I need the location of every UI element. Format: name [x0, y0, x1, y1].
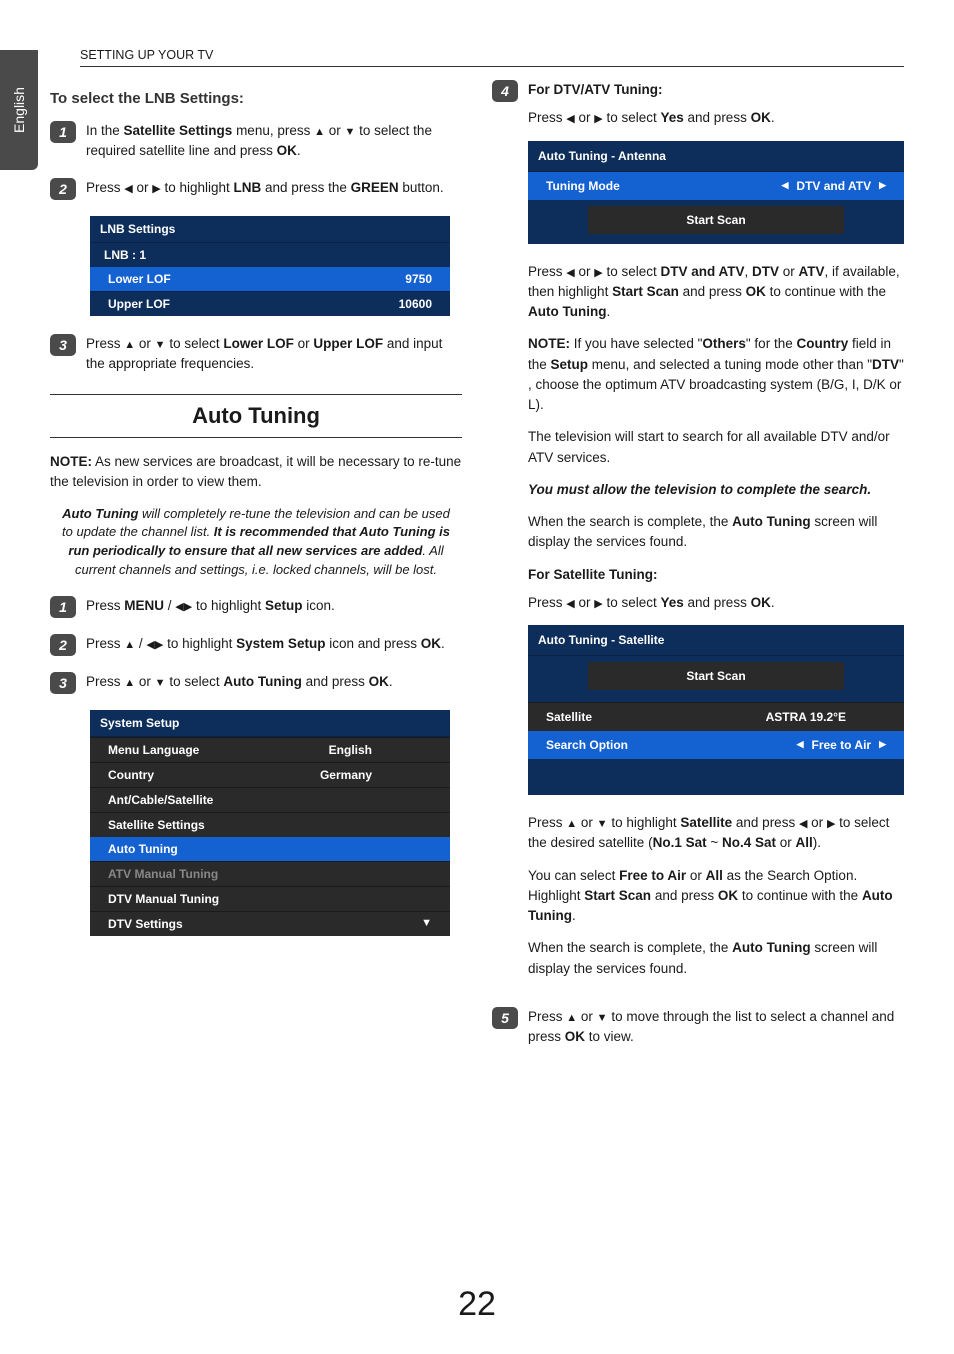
start-scan-button-sat[interactable]: Start Scan	[588, 662, 844, 690]
lower-lof-row[interactable]: Lower LOF9750	[90, 267, 450, 291]
at-step-4: 4 For DTV/ATV Tuning: Press ◀ or ▶ to se…	[492, 80, 904, 991]
down-icon: ▼	[345, 126, 356, 138]
at-step-5: 5 Press ▲ or ▼ to move through the list …	[492, 1007, 904, 1048]
search-option-row[interactable]: Search Option ◀Free to Air▶	[528, 731, 904, 759]
lnb-step-1: 1 In the Satellite Settings menu, press …	[50, 121, 462, 162]
at-step-1: 1 Press MENU / ◀▶ to highlight Setup ico…	[50, 596, 462, 618]
atv-manual-row[interactable]: ATV Manual Tuning	[90, 861, 450, 886]
scroll-down-icon: ▼	[421, 917, 432, 931]
satellite-select-row[interactable]: SatelliteASTRA 19.2°E	[528, 702, 904, 731]
left-icon: ◀	[124, 183, 132, 195]
auto-tuning-title: Auto Tuning	[50, 394, 462, 438]
auto-tuning-row[interactable]: Auto Tuning	[90, 837, 450, 861]
step-badge-4: 4	[492, 80, 518, 102]
auto-tuning-note: NOTE: As new services are broadcast, it …	[50, 452, 462, 493]
page-header: SETTING UP YOUR TV	[80, 48, 904, 67]
right-column: 4 For DTV/ATV Tuning: Press ◀ or ▶ to se…	[492, 80, 904, 1063]
at-step-2: 2 Press ▲ / ◀▶ to highlight System Setup…	[50, 634, 462, 656]
left-arrow-icon[interactable]: ◀	[797, 738, 804, 752]
left-arrow-icon[interactable]: ◀	[781, 179, 788, 193]
satellite-tuning-heading: For Satellite Tuning:	[528, 565, 904, 585]
lnb-step-2: 2 Press ◀ or ▶ to highlight LNB and pres…	[50, 178, 462, 200]
left-column: To select the LNB Settings: 1 In the Sat…	[50, 80, 462, 1063]
menu-language-row[interactable]: Menu LanguageEnglish	[90, 737, 450, 762]
right-icon: ▶	[152, 183, 160, 195]
dtv-settings-row[interactable]: DTV Settings▼	[90, 911, 450, 936]
satellite-panel: Auto Tuning - Satellite Start Scan Satel…	[528, 625, 904, 795]
panel-title: System Setup	[90, 710, 450, 737]
auto-tuning-desc: Auto Tuning will completely re-tune the …	[56, 505, 456, 580]
panel-subtitle: LNB : 1	[90, 243, 450, 267]
step-badge-1b: 1	[50, 596, 76, 618]
right-arrow-icon[interactable]: ▶	[879, 179, 886, 193]
country-row[interactable]: CountryGermany	[90, 762, 450, 787]
tuning-mode-row[interactable]: Tuning Mode ◀DTV and ATV▶	[528, 172, 904, 200]
step-badge-2: 2	[50, 178, 76, 200]
system-setup-panel: System Setup Menu LanguageEnglish Countr…	[90, 710, 450, 936]
up-icon: ▲	[314, 126, 325, 138]
lnb-heading: To select the LNB Settings:	[50, 90, 462, 107]
satellite-settings-row[interactable]: Satellite Settings	[90, 812, 450, 837]
dtv-manual-row[interactable]: DTV Manual Tuning	[90, 886, 450, 911]
at-step-3: 3 Press ▲ or ▼ to select Auto Tuning and…	[50, 672, 462, 694]
panel-title: LNB Settings	[90, 216, 450, 243]
lnb-settings-panel: LNB Settings LNB : 1 Lower LOF9750 Upper…	[90, 216, 450, 316]
antenna-panel: Auto Tuning - Antenna Tuning Mode ◀DTV a…	[528, 141, 904, 244]
step-badge-3b: 3	[50, 672, 76, 694]
start-scan-button[interactable]: Start Scan	[588, 206, 844, 234]
step-badge-5: 5	[492, 1007, 518, 1029]
upper-lof-row[interactable]: Upper LOF10600	[90, 291, 450, 316]
page-number: 22	[0, 1285, 954, 1324]
right-arrow-icon[interactable]: ▶	[879, 738, 886, 752]
lnb-step-3: 3 Press ▲ or ▼ to select Lower LOF or Up…	[50, 334, 462, 375]
ant-cable-sat-row[interactable]: Ant/Cable/Satellite	[90, 787, 450, 812]
dtv-atv-heading: For DTV/ATV Tuning:	[528, 82, 662, 97]
step-badge-1: 1	[50, 121, 76, 143]
language-tab: English	[0, 50, 38, 170]
step-badge-2b: 2	[50, 634, 76, 656]
step-badge-3: 3	[50, 334, 76, 356]
